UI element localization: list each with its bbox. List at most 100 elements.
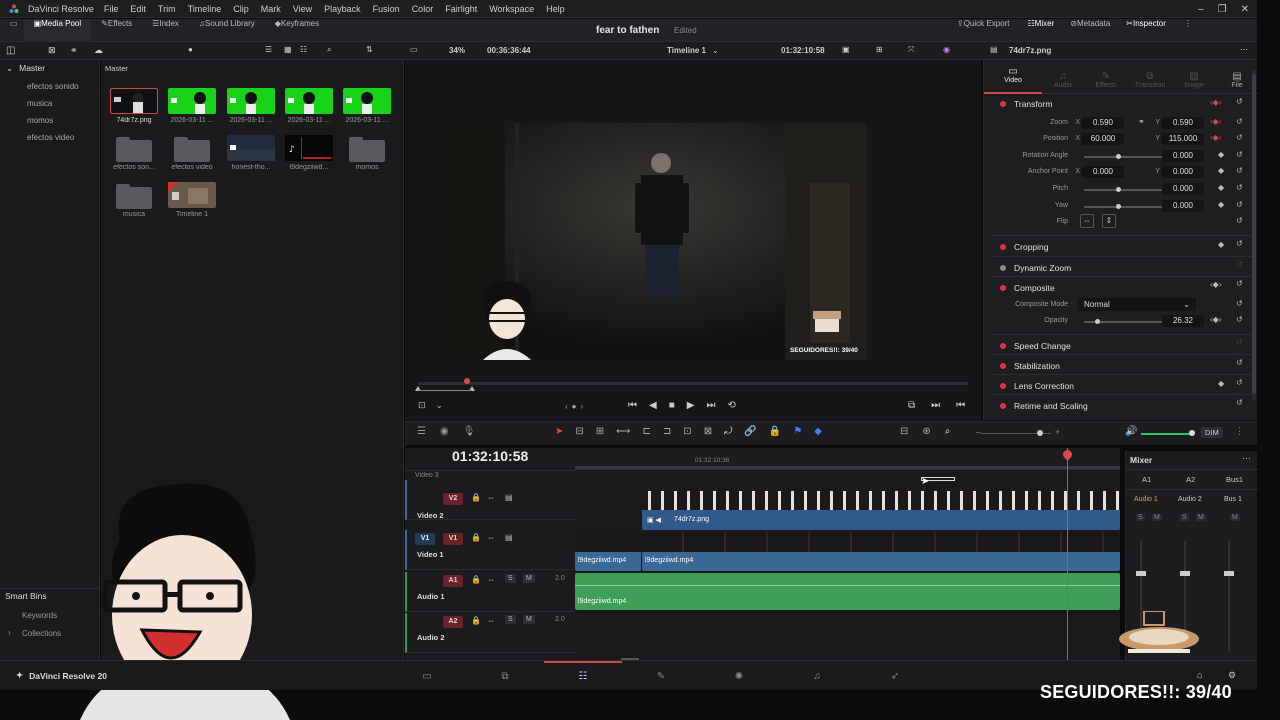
enable-dot[interactable] (1000, 264, 1006, 271)
thumb-size-slider[interactable]: ● (188, 45, 193, 54)
menu-trim[interactable]: Trim (152, 0, 182, 18)
pitch-field[interactable]: 0.000 (1162, 183, 1204, 195)
clip-thumbnail[interactable] (343, 88, 391, 114)
timeline-playhead[interactable] (1067, 448, 1068, 660)
slider-handle[interactable] (1116, 154, 1121, 159)
fairlight-page-icon[interactable]: ♫ (778, 671, 856, 682)
stop-icon[interactable]: ■ (669, 400, 675, 411)
zoom-detail-icon[interactable]: ⊕ (922, 426, 930, 437)
reset-icon[interactable]: ↺ (1236, 133, 1243, 142)
keyframe-nav-icon[interactable]: ‹◆› (1210, 280, 1221, 289)
search-icon[interactable]: ⌕ (327, 45, 331, 55)
zoom-in-icon[interactable]: + (1055, 427, 1060, 437)
mixer-button[interactable]: ☷Mixer (1020, 19, 1063, 42)
reset-icon[interactable]: ↺ (1236, 260, 1243, 269)
settings-icon[interactable]: ⚙ (1228, 670, 1236, 681)
auto-select-icon[interactable]: ⇔ (487, 533, 495, 542)
clip-thumbnail[interactable]: ♪ (285, 135, 333, 161)
tab-effects[interactable]: ✎ Effects (1084, 69, 1128, 89)
match-frame-icon[interactable]: ⧉ (908, 400, 915, 411)
reset-icon[interactable]: ↺ (1236, 97, 1243, 106)
enable-dot[interactable] (1000, 402, 1006, 409)
reset-icon[interactable]: ↺ (1236, 166, 1243, 175)
keyframe-icon[interactable]: ◆ (1218, 183, 1224, 192)
source-patch-v1[interactable]: V1 (415, 533, 435, 545)
folder-icon[interactable] (174, 137, 210, 162)
keyframe-icon[interactable]: ◆ (1218, 200, 1224, 209)
chevron-right-icon[interactable]: › (8, 628, 11, 637)
chevron-down-icon[interactable]: ⌄ (712, 46, 719, 55)
clip-thumbnail[interactable] (227, 88, 275, 114)
bin-item[interactable]: momos (0, 112, 99, 129)
minimize-icon[interactable]: – (1198, 4, 1204, 15)
timeline-tracks-area[interactable]: 01:32:10:36 ▣ ◀ 74dr7z.png l9degziiwd.mp… (575, 448, 1120, 660)
menu-color[interactable]: Color (406, 0, 440, 18)
mute-button[interactable]: M (523, 574, 535, 583)
anchor-x-field[interactable]: 0.000 (1082, 166, 1124, 178)
blade-tool-icon[interactable]: ⊞ (596, 426, 604, 437)
enable-dot[interactable] (1000, 243, 1006, 250)
zoom-x-field[interactable]: 0.590 (1082, 117, 1124, 129)
sort-icon[interactable]: ⇅ (366, 45, 373, 54)
menu-fusion[interactable]: Fusion (367, 0, 406, 18)
transform-overlay-icon[interactable]: ⤧ (908, 45, 914, 55)
clip-v1-b[interactable]: l9degziiwd.mp4 (642, 532, 1120, 571)
select-tool-icon[interactable]: ➤ (555, 426, 563, 437)
inspector-button[interactable]: ✂Inspector (1118, 19, 1174, 42)
auto-select-icon[interactable]: ⇔ (487, 575, 495, 584)
auto-select-icon[interactable]: ⇔ (487, 616, 495, 625)
flip-horizontal-icon[interactable]: ⇔ (1080, 214, 1094, 228)
flip-vertical-icon[interactable]: ⇕ (1102, 214, 1116, 228)
slider-handle[interactable] (1037, 430, 1043, 436)
rotation-field[interactable]: 0.000 (1162, 150, 1204, 162)
reset-icon[interactable]: ↺ (1236, 279, 1243, 288)
home-icon[interactable]: ⌂ (1197, 670, 1202, 680)
reset-icon[interactable]: ↺ (1236, 117, 1243, 126)
media-pool-button[interactable]: ▣Media Pool (23, 18, 92, 42)
color-page-icon[interactable]: ✺ (700, 671, 778, 682)
enable-dot[interactable] (1000, 362, 1006, 369)
scrollbar-thumb[interactable] (1252, 74, 1256, 394)
keyframe-nav-icon[interactable]: ‹◆› (1210, 315, 1221, 324)
restore-icon[interactable]: ❐ (1218, 4, 1227, 15)
bin-item[interactable]: musica (0, 95, 99, 112)
keyframe-nav-icon[interactable]: ‹◆› (1210, 117, 1221, 126)
smart-bin-keywords[interactable]: Keywords (22, 611, 57, 620)
zoom-custom-icon[interactable]: ⌕ (945, 426, 951, 437)
clip-thumbnail[interactable] (110, 88, 158, 114)
composite-mode-select[interactable]: Normal ⌄ (1078, 298, 1196, 311)
chevron-right-icon[interactable]: › (581, 402, 584, 411)
chevron-left-icon[interactable]: ‹ (565, 402, 568, 411)
clip-thumbnail[interactable] (227, 135, 275, 161)
more-options-icon[interactable]: ⋮ (1174, 19, 1202, 42)
video-preview[interactable]: SEGUIDORES!!: 39/40 (445, 123, 867, 360)
menu-fairlight[interactable]: Fairlight (439, 0, 483, 18)
jog-icon[interactable]: ● (572, 402, 577, 411)
snapping-icon[interactable]: ⤾ (724, 426, 732, 437)
stabilization-section[interactable]: Stabilization (990, 354, 1252, 374)
crop-icon[interactable]: ⊡ (418, 400, 426, 411)
solo-button[interactable]: S (505, 615, 516, 624)
chevron-down-icon[interactable]: ⌄ (6, 63, 13, 74)
lock-icon[interactable]: 🔒 (769, 426, 781, 437)
reset-icon[interactable]: ↺ (1236, 239, 1243, 248)
folder-icon[interactable] (349, 137, 385, 162)
menu-workspace[interactable]: Workspace (483, 0, 540, 18)
filmstrip-icon[interactable]: ☷ (300, 45, 307, 54)
keyframe-icon[interactable]: ◆ (1218, 240, 1224, 249)
cut-page-icon[interactable]: ⧉ (466, 671, 544, 682)
track-output-icon[interactable]: ▤ (505, 533, 513, 542)
folder-icon[interactable] (116, 184, 152, 209)
track-header-v1[interactable]: V1 V1 🔒 ⇔ ▤ Video 1 (405, 530, 575, 570)
mixer-mute-button[interactable]: M (1230, 514, 1240, 521)
menu-help[interactable]: Help (540, 0, 571, 18)
play-reverse-icon[interactable]: ◀ (649, 400, 657, 411)
track-header-a2[interactable]: A2 🔒 ⇔ S M 2.0 Audio 2 (405, 613, 575, 653)
prev-edit-icon[interactable]: ⏮ (956, 400, 965, 411)
effects-button[interactable]: ✎Effects (91, 19, 142, 42)
track-badge[interactable]: V1 (443, 533, 463, 545)
bin-item[interactable]: efectos sonido (0, 78, 99, 95)
timeline-zoom-slider[interactable] (981, 430, 1051, 436)
timeline-options-icon[interactable]: ☰ (417, 426, 426, 437)
sound-library-button[interactable]: ♫Sound Library (189, 19, 265, 42)
